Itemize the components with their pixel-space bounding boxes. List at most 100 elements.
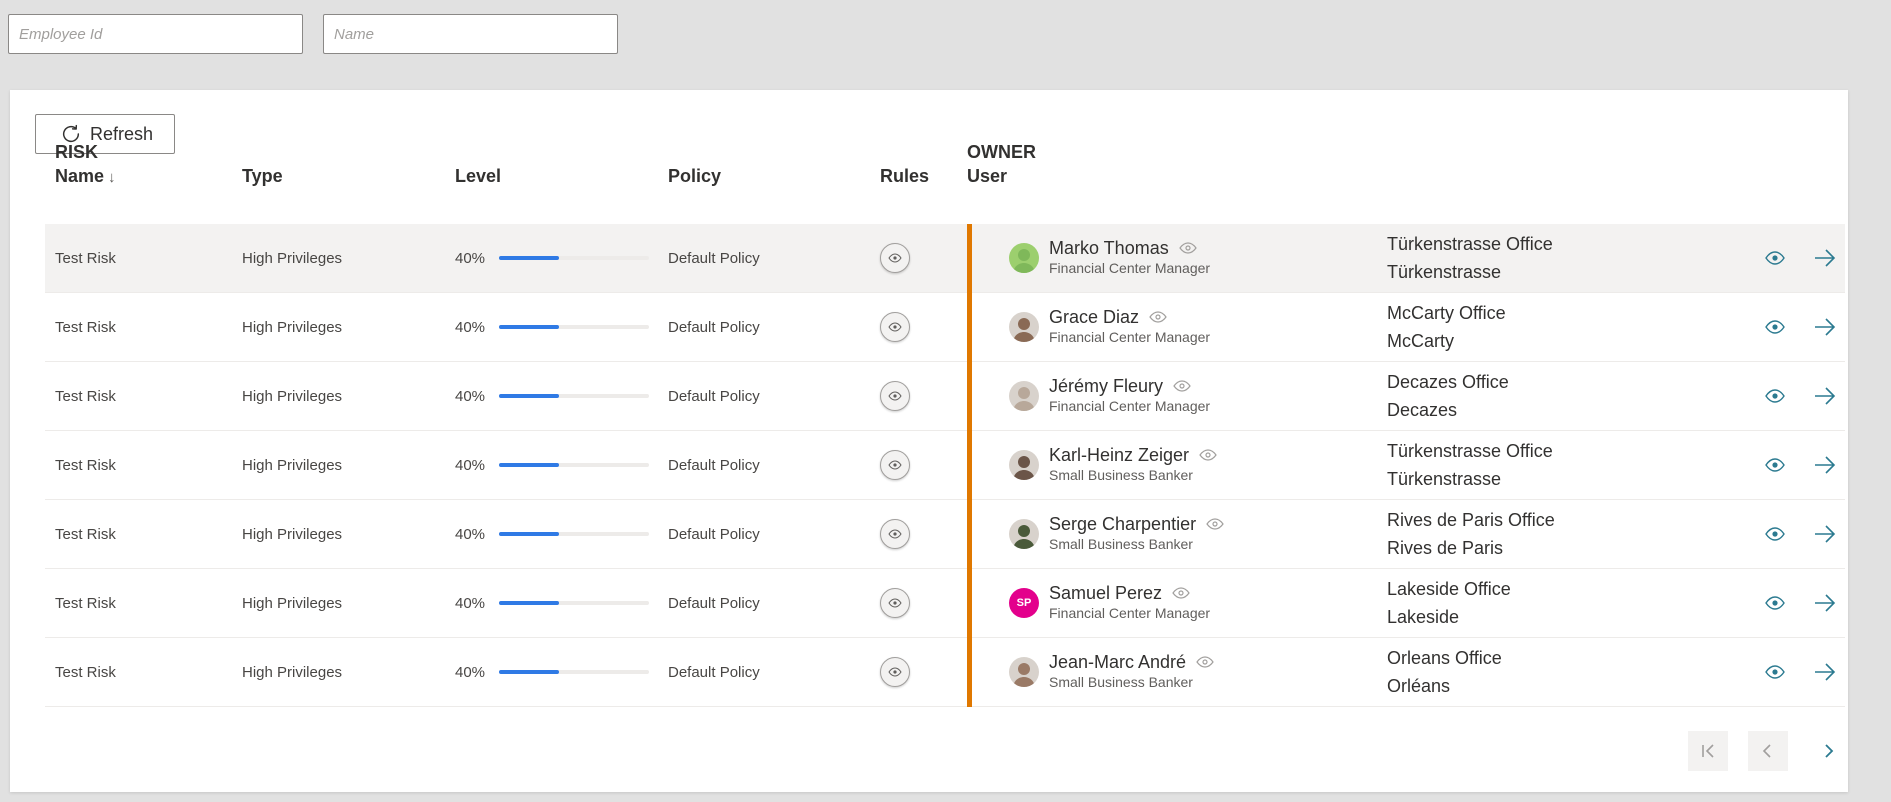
user-role: Small Business Banker xyxy=(1049,536,1193,552)
rules-cell xyxy=(880,500,910,568)
eye-icon[interactable] xyxy=(1199,449,1217,461)
eye-icon[interactable] xyxy=(1172,587,1190,599)
user-cell: Grace Diaz Financial Center Manager xyxy=(1009,293,1210,361)
previous-page-button[interactable] xyxy=(1748,731,1788,771)
name-input[interactable] xyxy=(323,14,618,54)
risk-name-cell: Test Risk xyxy=(55,249,116,267)
header-risk-name[interactable]: RISK Name ↓ xyxy=(55,140,116,190)
arrow-right-icon xyxy=(1815,663,1836,681)
header-policy[interactable]: Policy xyxy=(668,164,721,188)
policy-cell: Default Policy xyxy=(668,525,760,543)
view-rules-button[interactable] xyxy=(880,519,910,549)
header-rules-label: Rules xyxy=(880,166,930,186)
table-row[interactable]: Test Risk High Privileges 40% Default Po… xyxy=(45,293,1845,362)
rules-cell xyxy=(880,224,910,292)
table-row[interactable]: Test Risk High Privileges 40% Default Po… xyxy=(45,224,1845,293)
table-row[interactable]: Test Risk High Privileges 40% Default Po… xyxy=(45,362,1845,431)
user-role: Financial Center Manager xyxy=(1049,398,1211,414)
user-cell: Jérémy Fleury Financial Center Manager xyxy=(1009,362,1210,430)
user-photo-icon xyxy=(1009,381,1039,411)
eye-icon[interactable] xyxy=(1196,656,1214,668)
type-cell: High Privileges xyxy=(242,249,343,267)
view-details-button[interactable] xyxy=(1765,362,1785,430)
policy-cell: Default Policy xyxy=(668,387,760,405)
user-name[interactable]: Grace Diaz xyxy=(1049,307,1139,327)
owner-divider xyxy=(967,362,972,431)
user-role: Small Business Banker xyxy=(1049,674,1193,690)
level-progress-fill xyxy=(499,670,560,674)
table-row[interactable]: Test Risk High Privileges 40% Default Po… xyxy=(45,638,1845,707)
open-row-button[interactable] xyxy=(1813,362,1837,430)
header-level[interactable]: Level xyxy=(455,164,501,188)
table-row[interactable]: Test Risk High Privileges 40% Default Po… xyxy=(45,431,1845,500)
eye-icon[interactable] xyxy=(1178,242,1197,254)
user-name[interactable]: Marko Thomas xyxy=(1049,238,1169,258)
view-details-button[interactable] xyxy=(1765,638,1785,706)
level-cell: 40% xyxy=(455,293,650,361)
level-cell: 40% xyxy=(455,362,650,430)
user-role: Financial Center Manager xyxy=(1049,329,1211,345)
level-progress-fill xyxy=(499,325,560,329)
rules-cell xyxy=(880,431,910,499)
view-rules-button[interactable] xyxy=(880,657,910,687)
view-rules-button[interactable] xyxy=(880,588,910,618)
type-cell: High Privileges xyxy=(242,456,343,474)
level-value: 40% xyxy=(455,456,486,474)
header-owner-user[interactable]: OWNER User xyxy=(967,140,1036,188)
user-name[interactable]: Jérémy Fleury xyxy=(1049,376,1163,396)
avatar xyxy=(1009,450,1039,480)
first-page-button[interactable] xyxy=(1688,731,1728,771)
eye-icon[interactable] xyxy=(1149,311,1167,323)
rules-cell xyxy=(880,293,910,361)
risk-name-cell: Test Risk xyxy=(55,318,116,336)
eye-icon[interactable] xyxy=(1173,380,1191,392)
next-page-button[interactable] xyxy=(1808,731,1848,771)
view-details-button[interactable] xyxy=(1765,431,1785,499)
employee-id-input[interactable] xyxy=(8,14,303,54)
open-row-button[interactable] xyxy=(1813,293,1837,361)
owner-divider xyxy=(967,500,972,569)
view-details-button[interactable] xyxy=(1765,500,1785,568)
open-row-button[interactable] xyxy=(1813,224,1837,292)
rules-cell xyxy=(880,569,910,637)
header-type[interactable]: Type xyxy=(242,164,283,188)
policy-cell: Default Policy xyxy=(668,594,760,612)
header-rules[interactable]: Rules xyxy=(880,164,929,188)
office-name: Decazes Office xyxy=(1387,372,1509,392)
user-role: Financial Center Manager xyxy=(1049,260,1211,276)
office-name: Rives de Paris Office xyxy=(1387,510,1555,530)
level-progress-bar xyxy=(499,256,650,260)
view-rules-button[interactable] xyxy=(880,312,910,342)
view-details-button[interactable] xyxy=(1765,569,1785,637)
view-details-button[interactable] xyxy=(1765,224,1785,292)
user-cell: Marko Thomas Financial Center Manager xyxy=(1009,224,1210,292)
avatar-initials: SP xyxy=(1016,597,1032,609)
view-rules-button[interactable] xyxy=(880,381,910,411)
avatar: SP xyxy=(1009,588,1039,618)
open-row-button[interactable] xyxy=(1813,638,1837,706)
eye-icon[interactable] xyxy=(1206,518,1224,530)
eye-icon xyxy=(1765,527,1785,541)
user-photo-icon xyxy=(1009,657,1039,687)
level-value: 40% xyxy=(455,663,486,681)
view-rules-button[interactable] xyxy=(880,450,910,480)
table-row[interactable]: Test Risk High Privileges 40% Default Po… xyxy=(45,569,1845,638)
level-cell: 40% xyxy=(455,500,650,568)
user-name[interactable]: Jean-Marc André xyxy=(1049,652,1186,672)
level-value: 40% xyxy=(455,318,486,336)
view-details-button[interactable] xyxy=(1765,293,1785,361)
open-row-button[interactable] xyxy=(1813,500,1837,568)
user-name[interactable]: Karl-Heinz Zeiger xyxy=(1049,445,1189,465)
user-name[interactable]: Serge Charpentier xyxy=(1049,514,1196,534)
user-cell: Jean-Marc André Small Business Banker xyxy=(1009,638,1214,706)
user-photo-icon xyxy=(1009,312,1039,342)
user-name[interactable]: Samuel Perez xyxy=(1049,583,1162,603)
user-role: Financial Center Manager xyxy=(1049,605,1211,621)
table-row[interactable]: Test Risk High Privileges 40% Default Po… xyxy=(45,500,1845,569)
level-progress-bar xyxy=(499,670,650,674)
open-row-button[interactable] xyxy=(1813,431,1837,499)
owner-divider xyxy=(967,431,972,500)
view-rules-button[interactable] xyxy=(880,243,910,273)
arrow-right-icon xyxy=(1815,594,1836,612)
open-row-button[interactable] xyxy=(1813,569,1837,637)
